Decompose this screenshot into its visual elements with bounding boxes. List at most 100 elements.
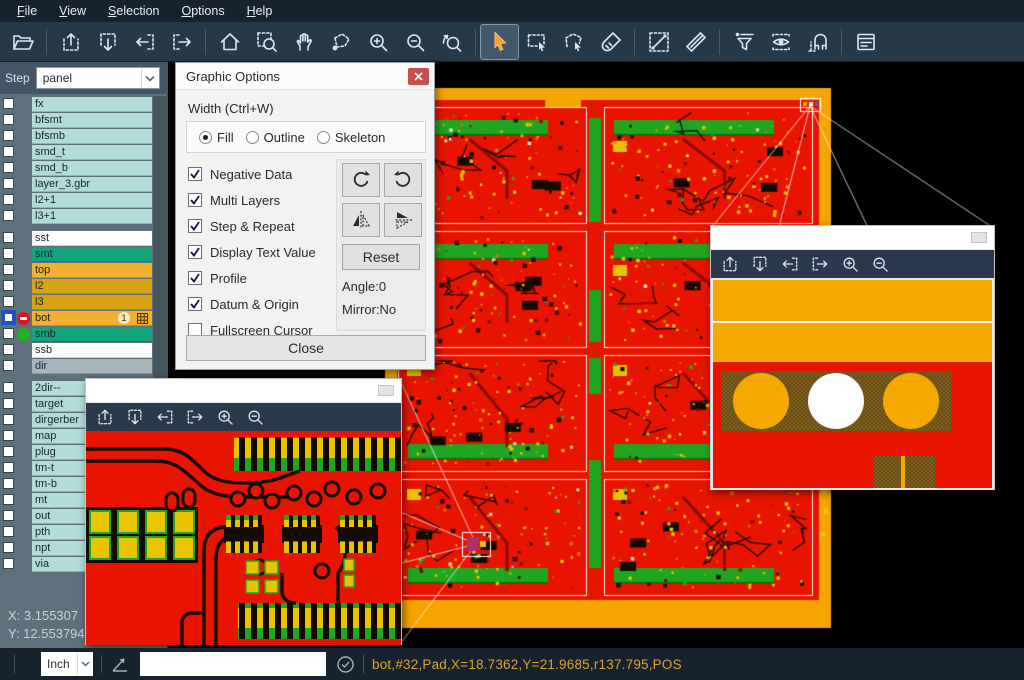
layer-visibility-checkbox[interactable] bbox=[3, 162, 14, 173]
menu-selection[interactable]: Selection bbox=[97, 2, 170, 20]
layer-chip-bfsmb[interactable]: bfsmb bbox=[32, 129, 152, 144]
layer-visibility-checkbox[interactable] bbox=[3, 414, 14, 425]
import-down-button[interactable] bbox=[745, 252, 775, 276]
zoom-back-button[interactable] bbox=[433, 25, 470, 59]
import-left-button[interactable] bbox=[150, 405, 180, 429]
layer-visibility-checkbox[interactable] bbox=[3, 130, 14, 141]
layer-row-bfsmb[interactable]: bfsmb bbox=[0, 128, 168, 144]
open-folder-button[interactable] bbox=[4, 25, 41, 59]
import-right-button[interactable] bbox=[163, 25, 200, 59]
zoom-in-button[interactable] bbox=[359, 25, 396, 59]
layer-row-l2+1[interactable]: l2+1 bbox=[0, 192, 168, 208]
layer-chip-sst[interactable]: sst bbox=[32, 231, 152, 246]
magnifier-view-left[interactable] bbox=[86, 431, 401, 645]
checkbox-negative-data[interactable]: Negative Data bbox=[188, 165, 292, 183]
layer-visibility-checkbox[interactable] bbox=[3, 194, 14, 205]
import-left-button[interactable] bbox=[775, 252, 805, 276]
flip-vertical-button[interactable] bbox=[384, 203, 422, 237]
layer-chip-ssb[interactable]: ssb bbox=[32, 343, 152, 358]
dialog-close-button[interactable] bbox=[408, 68, 429, 85]
layer-visibility-checkbox[interactable] bbox=[3, 114, 14, 125]
magnifier-titlebar[interactable] bbox=[86, 379, 401, 403]
window-button-icon[interactable] bbox=[378, 385, 394, 396]
layer-row-sst[interactable]: sst bbox=[0, 230, 168, 246]
refresh-icon[interactable] bbox=[336, 655, 355, 674]
layer-visibility-checkbox[interactable] bbox=[3, 178, 14, 189]
layer-visibility-checkbox[interactable] bbox=[3, 558, 14, 569]
layer-chip-l3+1[interactable]: l3+1 bbox=[32, 209, 152, 224]
layer-visibility-checkbox[interactable] bbox=[1, 310, 16, 325]
layer-row-smt[interactable]: smt bbox=[0, 246, 168, 262]
import-up-button[interactable] bbox=[90, 405, 120, 429]
checkbox-icon[interactable] bbox=[188, 193, 202, 207]
zoom-out-button[interactable] bbox=[396, 25, 433, 59]
layer-visibility-checkbox[interactable] bbox=[3, 382, 14, 393]
menu-options[interactable]: Options bbox=[170, 2, 235, 20]
checkbox-icon[interactable] bbox=[188, 219, 202, 233]
radio-outline[interactable]: Outline bbox=[246, 130, 305, 145]
ruler-button[interactable] bbox=[677, 25, 714, 59]
radio-icon[interactable] bbox=[246, 131, 259, 144]
layer-row-l3[interactable]: l3 bbox=[0, 294, 168, 310]
radio-skeleton[interactable]: Skeleton bbox=[317, 130, 386, 145]
eye-view-button[interactable] bbox=[762, 25, 799, 59]
layer-visibility-checkbox[interactable] bbox=[3, 430, 14, 441]
command-input[interactable] bbox=[140, 652, 326, 676]
layer-visibility-checkbox[interactable] bbox=[3, 446, 14, 457]
filter-button[interactable] bbox=[725, 25, 762, 59]
menu-file[interactable]: File bbox=[6, 2, 48, 20]
layer-row-l2[interactable]: l2 bbox=[0, 278, 168, 294]
zoom-out-button[interactable] bbox=[865, 252, 895, 276]
import-down-button[interactable] bbox=[120, 405, 150, 429]
layer-chip-l2[interactable]: l2 bbox=[32, 279, 152, 294]
layer-visibility-checkbox[interactable] bbox=[3, 210, 14, 221]
checkbox-icon[interactable] bbox=[188, 245, 202, 259]
layer-chip-smb[interactable]: smb bbox=[32, 327, 152, 342]
menu-view[interactable]: View bbox=[48, 2, 97, 20]
layer-row-fx[interactable]: fx bbox=[0, 96, 168, 112]
layer-visibility-checkbox[interactable] bbox=[3, 344, 14, 355]
layer-chip-smt[interactable]: smt bbox=[32, 247, 152, 262]
pan-hand-button[interactable] bbox=[285, 25, 322, 59]
layer-chip-smd_t[interactable]: smd_t bbox=[32, 145, 152, 160]
window-button-icon[interactable] bbox=[971, 232, 987, 243]
checkbox-icon[interactable] bbox=[188, 271, 202, 285]
layer-visibility-checkbox[interactable] bbox=[3, 526, 14, 537]
import-up-button[interactable] bbox=[715, 252, 745, 276]
layer-visibility-checkbox[interactable] bbox=[3, 510, 14, 521]
layer-chip-layer_3.gbr[interactable]: layer_3.gbr bbox=[32, 177, 152, 192]
layer-row-bfsmt[interactable]: bfsmt bbox=[0, 112, 168, 128]
layer-visibility-checkbox[interactable] bbox=[3, 232, 14, 243]
import-down-button[interactable] bbox=[89, 25, 126, 59]
unit-dropdown[interactable]: Inch bbox=[41, 652, 93, 676]
angle-measure-icon[interactable] bbox=[110, 654, 130, 674]
magnifier-window-left[interactable] bbox=[85, 378, 402, 645]
layer-chip-fx[interactable]: fx bbox=[32, 97, 152, 112]
layer-row-l3+1[interactable]: l3+1 bbox=[0, 208, 168, 224]
layer-visibility-checkbox[interactable] bbox=[3, 264, 14, 275]
brush-clear-button[interactable] bbox=[592, 25, 629, 59]
layer-visibility-checkbox[interactable] bbox=[3, 146, 14, 157]
layer-chip-smd_b[interactable]: smd_b bbox=[32, 161, 152, 176]
import-up-button[interactable] bbox=[52, 25, 89, 59]
snap-magnet-button[interactable] bbox=[799, 25, 836, 59]
layer-visibility-checkbox[interactable] bbox=[3, 462, 14, 473]
poly-select-button[interactable] bbox=[555, 25, 592, 59]
import-left-button[interactable] bbox=[126, 25, 163, 59]
zoom-out-button[interactable] bbox=[240, 405, 270, 429]
layer-row-bot[interactable]: bot1 bbox=[0, 310, 168, 326]
checkbox-multi-layers[interactable]: Multi Layers bbox=[188, 191, 280, 209]
magnifier-view-right[interactable] bbox=[711, 278, 994, 490]
menu-help[interactable]: Help bbox=[236, 2, 284, 20]
zoom-in-button[interactable] bbox=[210, 405, 240, 429]
magnifier-window-right[interactable] bbox=[710, 225, 995, 490]
radio-icon[interactable] bbox=[317, 131, 330, 144]
layer-visibility-checkbox[interactable] bbox=[3, 398, 14, 409]
layer-row-dir[interactable]: dir bbox=[0, 358, 168, 374]
rotate-ccw-button[interactable] bbox=[384, 163, 422, 197]
lasso-zoom-button[interactable] bbox=[322, 25, 359, 59]
checkbox-display-text-value[interactable]: Display Text Value bbox=[188, 243, 316, 261]
checkbox-icon[interactable] bbox=[188, 297, 202, 311]
dialog-titlebar[interactable]: Graphic Options bbox=[176, 63, 434, 90]
radio-icon[interactable] bbox=[199, 131, 212, 144]
